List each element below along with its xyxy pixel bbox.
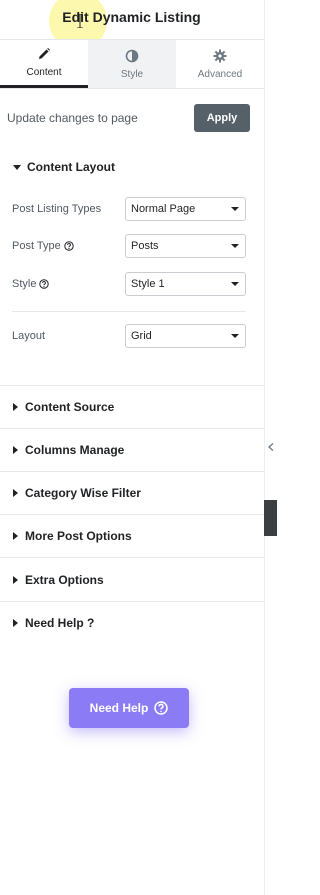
panel-resize-handle[interactable] [264,500,277,536]
help-icon[interactable] [64,241,74,251]
section-content-layout[interactable]: Content Layout [0,156,264,178]
section-separator [0,471,264,472]
caret-right-icon [13,446,18,454]
field-style: Style Style 1 [12,272,246,296]
need-help-button[interactable]: Need Help [69,688,189,728]
section-need-help[interactable]: Need Help ? [0,612,264,634]
update-text: Update changes to page [7,111,138,125]
caret-right-icon [13,576,18,584]
tab-style[interactable]: Style [88,40,176,88]
field-label: Layout [12,330,46,342]
select-value: Normal Page [131,203,196,215]
post-listing-types-select[interactable]: Normal Page [125,197,246,221]
section-label: Columns Manage [25,443,125,457]
field-label: Post Listing Types [12,203,102,215]
section-more-post-options[interactable]: More Post Options [0,525,264,547]
section-label: Content Layout [27,160,115,174]
tab-content-label: Content [26,67,62,78]
caret-right-icon [13,532,18,540]
apply-button[interactable]: Apply [194,104,250,132]
caret-right-icon [13,403,18,411]
help-icon[interactable] [39,279,50,289]
gear-icon [213,49,227,62]
chevron-down-icon [231,244,239,248]
caret-down-icon [13,164,21,170]
section-columns-manage[interactable]: Columns Manage [0,439,264,461]
chevron-down-icon [231,334,239,338]
caret-right-icon [13,619,18,627]
section-label: Need Help ? [25,616,95,630]
select-value: Grid [131,330,152,342]
section-label: More Post Options [25,529,132,543]
section-category-wise-filter[interactable]: Category Wise Filter [0,482,264,504]
section-content-source[interactable]: Content Source [0,396,264,418]
need-help-label: Need Help [89,701,149,715]
editor-tabs: Content Style Advanced [0,39,264,89]
section-label: Extra Options [25,573,104,587]
divider [12,311,246,312]
field-post-listing-types: Post Listing Types Normal Page [12,197,246,221]
panel-header: Edit Dynamic Listing [0,0,277,50]
tab-advanced-label: Advanced [197,68,243,80]
select-value: Posts [131,240,159,252]
tab-advanced[interactable]: Advanced [176,40,264,88]
section-separator [0,428,264,429]
panel-title: Edit Dynamic Listing [62,9,201,25]
field-label: Style [12,278,50,290]
field-layout: Layout Grid [12,324,246,348]
section-separator [0,601,264,602]
field-label: Post Type [12,240,74,252]
update-bar: Update changes to page Apply [0,89,264,147]
section-extra-options[interactable]: Extra Options [0,569,264,591]
chevron-down-icon [231,207,239,211]
section-separator [0,385,264,386]
pencil-icon [39,48,50,59]
style-select[interactable]: Style 1 [125,272,246,296]
section-label: Content Source [25,400,115,414]
contrast-icon [125,49,139,62]
tab-content[interactable]: Content [0,40,88,88]
layout-select[interactable]: Grid [125,324,246,348]
field-post-type: Post Type Posts [12,234,246,258]
section-separator [0,514,264,515]
section-label: Category Wise Filter [25,486,141,500]
text-cursor-icon [77,14,83,28]
tab-style-label: Style [120,68,144,80]
post-type-select[interactable]: Posts [125,234,246,258]
select-value: Style 1 [131,278,165,290]
section-separator [0,557,264,558]
question-circle-icon [154,701,169,715]
collapse-panel-icon[interactable] [268,443,274,451]
caret-right-icon [13,489,18,497]
chevron-down-icon [231,282,239,286]
